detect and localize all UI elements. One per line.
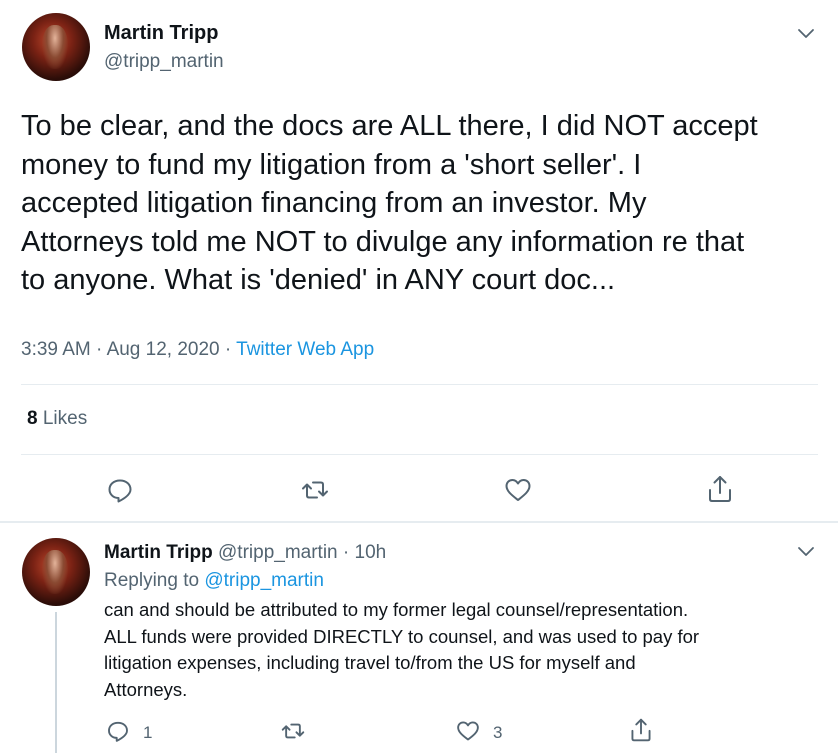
meta-separator: · [96, 339, 103, 360]
reply-tweet-author-name[interactable]: Martin Tripp [104, 542, 213, 563]
main-tweet-author-handle[interactable]: @tripp_martin [104, 51, 224, 73]
likes-label: Likes [42, 408, 88, 429]
reply-icon [108, 721, 128, 742]
main-tweet-text-line: to anyone. What is 'denied' in ANY court… [21, 264, 616, 296]
share-icon [709, 476, 731, 502]
retweet-icon [302, 481, 328, 499]
share-icon [631, 718, 651, 742]
reply-tweet-author-handle[interactable]: @tripp_martin [218, 542, 338, 563]
main-tweet-date[interactable]: Aug 12, 2020 [107, 339, 220, 360]
main-tweet-author-name[interactable]: Martin Tripp [104, 22, 218, 45]
reply-tweet-time[interactable]: 10h [355, 542, 387, 563]
heart-icon [457, 721, 479, 741]
divider [21, 384, 818, 385]
main-tweet-source[interactable]: Twitter Web App [236, 339, 374, 360]
main-tweet-text-line: To be clear, and the docs are ALL there,… [21, 110, 758, 142]
reply-tweet-menu[interactable] [795, 540, 817, 562]
main-tweet-metadata: 3:39 AM · Aug 12, 2020 · Twitter Web App [21, 339, 374, 361]
main-tweet-text: To be clear, and the docs are ALL there,… [21, 107, 821, 300]
replying-to: Replying to @tripp_martin [104, 570, 324, 592]
main-share-button[interactable] [706, 474, 734, 504]
meta-separator: · [224, 339, 232, 360]
reply-icon [108, 479, 132, 503]
tweet-separator [0, 521, 838, 523]
main-tweet-text-line: money to fund my litigation from a 'shor… [21, 148, 642, 181]
reply-tweet-text-line: Attorneys. [104, 678, 188, 700]
chevron-down-icon [798, 29, 814, 38]
reply-tweet-text: can and should be attributed to my forme… [104, 597, 824, 703]
main-reply-button[interactable] [106, 476, 134, 504]
reply-thread-line [55, 612, 57, 753]
reply-tweet-text-line: can and should be attributed to my forme… [104, 599, 689, 620]
main-tweet-time[interactable]: 3:39 AM [21, 339, 91, 360]
likes-stat[interactable]: 8 Likes [27, 408, 87, 430]
reply-count: 1 [143, 723, 153, 742]
reply-tweet-header: Martin Tripp @tripp_martin · 10h [104, 542, 386, 564]
main-tweet-menu[interactable] [795, 22, 817, 44]
retweet-icon [281, 723, 305, 739]
reply-tweet-text-line: litigation expenses, including travel to… [104, 652, 636, 673]
reply-retweet-button[interactable] [280, 719, 308, 745]
likes-count: 8 [27, 408, 38, 429]
main-like-button[interactable] [503, 476, 533, 504]
reply-like-count: 3 [493, 723, 503, 742]
reply-tweet-text-line: ALL funds were provided DIRECTLY to coun… [104, 625, 700, 647]
reply-tweet-avatar[interactable] [22, 538, 90, 606]
main-tweet-text-line: Attorneys told me NOT to divulge any inf… [21, 225, 745, 258]
meta-separator: · [342, 542, 350, 563]
heart-icon [505, 479, 531, 501]
main-tweet-text-line: accepted litigation financing from an in… [21, 187, 647, 219]
replying-to-handle[interactable]: @tripp_martin [204, 570, 324, 591]
chevron-down-icon [798, 547, 814, 556]
reply-like-button[interactable] [455, 719, 483, 745]
reply-reply-button[interactable] [106, 719, 132, 745]
divider [21, 454, 818, 455]
main-tweet-avatar[interactable] [22, 13, 90, 81]
main-retweet-button[interactable] [300, 476, 330, 504]
replying-to-prefix: Replying to [104, 570, 200, 591]
reply-share-button[interactable] [629, 717, 655, 745]
